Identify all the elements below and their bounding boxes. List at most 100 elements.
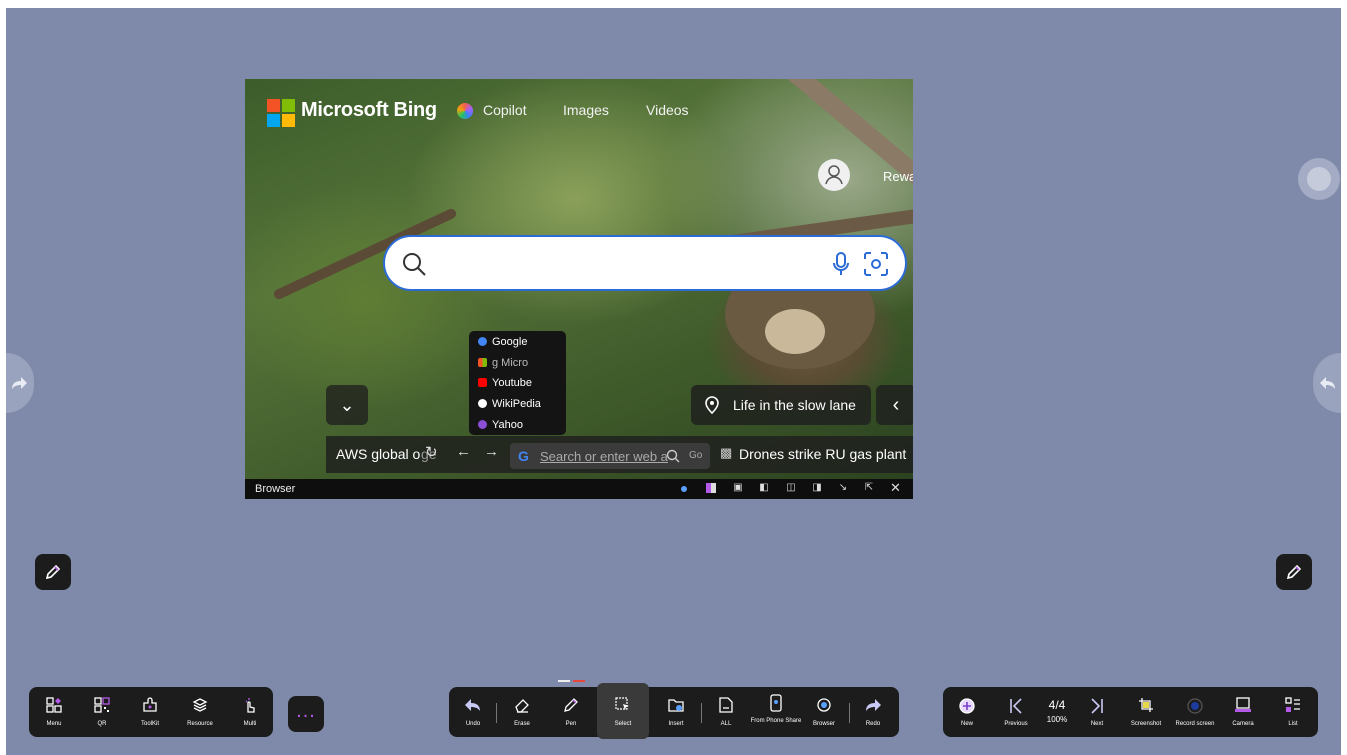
split-right-icon[interactable]: ◨ bbox=[812, 483, 822, 493]
menu-icon bbox=[46, 697, 62, 713]
extension-icon[interactable]: ▩ bbox=[720, 445, 732, 461]
record-screen-button[interactable]: Record screen bbox=[1175, 687, 1215, 737]
next-icon bbox=[1091, 698, 1103, 714]
left-pen-button[interactable] bbox=[35, 554, 71, 590]
previous-icon bbox=[1010, 698, 1022, 714]
bing-search-box[interactable] bbox=[383, 235, 907, 291]
select-icon bbox=[615, 697, 629, 710]
center-toolbar: Undo Erase Pen Select Insert ALL From Ph… bbox=[449, 683, 899, 739]
search-icon bbox=[403, 253, 426, 276]
screenshot-button[interactable]: Screenshot bbox=[1131, 687, 1161, 737]
nav-videos[interactable]: Videos bbox=[646, 102, 689, 118]
split-center-icon[interactable]: ◫ bbox=[786, 483, 796, 493]
go-button[interactable]: Go bbox=[689, 450, 702, 461]
eraser-icon bbox=[515, 699, 529, 713]
address-bar[interactable]: G Search or enter web a Go bbox=[510, 443, 710, 469]
microsoft-logo-icon[interactable] bbox=[267, 99, 295, 127]
yahoo-icon bbox=[478, 420, 487, 429]
maximize-icon[interactable]: ⇱ bbox=[864, 483, 874, 493]
rewards-link[interactable]: Rewa bbox=[883, 169, 913, 184]
qr-icon bbox=[94, 697, 110, 713]
news-item-left[interactable]: AWS global o bbox=[336, 446, 420, 462]
forward-arrow-icon[interactable]: → bbox=[484, 443, 499, 460]
toolbar-divider bbox=[496, 703, 497, 723]
pen-icon bbox=[1286, 564, 1302, 580]
add-page-icon bbox=[959, 698, 975, 714]
chevron-down-button[interactable]: ⌄ bbox=[326, 385, 368, 425]
undo-icon bbox=[1320, 377, 1335, 389]
split-left-icon[interactable]: ◧ bbox=[759, 483, 769, 493]
camera-button[interactable]: Camera bbox=[1228, 687, 1258, 737]
floating-assistive-button[interactable] bbox=[1298, 158, 1340, 200]
new-page-button[interactable]: New bbox=[952, 687, 982, 737]
more-button[interactable]: ... bbox=[288, 696, 324, 732]
document-icon bbox=[719, 697, 733, 713]
visual-search-icon[interactable] bbox=[863, 251, 889, 277]
dot-icon[interactable] bbox=[681, 486, 687, 492]
right-pen-button[interactable] bbox=[1276, 554, 1312, 590]
engine-microsoft[interactable]: g Micro bbox=[478, 357, 528, 369]
toolbar-divider bbox=[849, 703, 850, 723]
menu-button[interactable]: Menu bbox=[39, 687, 69, 737]
close-icon[interactable]: ✕ bbox=[890, 481, 901, 494]
resource-icon bbox=[192, 698, 208, 712]
multi-button[interactable]: Multi bbox=[235, 687, 265, 737]
engine-google[interactable]: Google bbox=[478, 336, 527, 348]
browser-button[interactable]: Browser bbox=[809, 687, 839, 737]
undo-button[interactable]: Undo bbox=[458, 687, 488, 737]
screenshot-icon[interactable]: ▣ bbox=[733, 483, 743, 493]
browser-window[interactable]: Microsoft Bing Copilot Images Videos Rew… bbox=[245, 79, 913, 499]
chevron-left-icon: ‹ bbox=[892, 394, 900, 416]
previous-page-button[interactable]: Previous bbox=[1001, 687, 1031, 737]
bing-brand-title[interactable]: Microsoft Bing bbox=[301, 99, 437, 122]
microphone-icon[interactable] bbox=[831, 251, 851, 277]
toolkit-button[interactable]: ToolKit bbox=[135, 687, 165, 737]
list-button[interactable]: List bbox=[1278, 687, 1308, 737]
page-counter: 4/4 bbox=[1048, 698, 1066, 712]
redo-button[interactable]: Redo bbox=[858, 687, 888, 737]
caption-text: Life in the slow lane bbox=[733, 397, 856, 413]
image-caption[interactable]: Life in the slow lane bbox=[691, 385, 871, 425]
qr-icon[interactable] bbox=[706, 483, 716, 493]
resource-button[interactable]: Resource bbox=[185, 687, 215, 737]
select-button[interactable]: Select bbox=[597, 683, 649, 739]
browser-status-bar: Browser ▣ ◧ ◫ ◨ ↘ ⇱ ✕ bbox=[245, 479, 913, 499]
sloth-face bbox=[765, 309, 825, 354]
erase-button[interactable]: Erase bbox=[507, 687, 537, 737]
youtube-icon bbox=[478, 378, 487, 387]
profile-avatar-icon[interactable] bbox=[818, 159, 850, 191]
search-icon[interactable] bbox=[666, 449, 680, 463]
google-icon bbox=[478, 337, 487, 346]
record-icon bbox=[1187, 698, 1203, 714]
engine-yahoo[interactable]: Yahoo bbox=[478, 419, 523, 431]
address-input[interactable]: Search or enter web a bbox=[540, 449, 668, 464]
engine-wikipedia[interactable]: WikiPedia bbox=[478, 398, 541, 410]
previous-image-button[interactable]: ‹ bbox=[876, 385, 913, 425]
next-page-button[interactable]: Next bbox=[1082, 687, 1112, 737]
wikipedia-icon bbox=[478, 399, 487, 408]
back-arrow-icon[interactable]: ← bbox=[456, 443, 471, 460]
insert-button[interactable]: Insert bbox=[661, 687, 691, 737]
minimize-icon[interactable]: ↘ bbox=[838, 483, 848, 493]
phone-share-icon bbox=[770, 694, 782, 712]
redo-icon bbox=[866, 699, 881, 711]
reload-icon[interactable]: ↻ bbox=[425, 443, 438, 461]
qr-button[interactable]: QR bbox=[87, 687, 117, 737]
pen-button[interactable]: Pen bbox=[556, 687, 586, 737]
engine-youtube[interactable]: Youtube bbox=[478, 377, 532, 389]
redo-icon bbox=[12, 377, 27, 389]
news-item-right[interactable]: Drones strike RU gas plant bbox=[739, 446, 906, 462]
google-icon: G bbox=[518, 448, 529, 464]
all-button[interactable]: ALL bbox=[711, 687, 741, 737]
window-title: Browser bbox=[255, 483, 296, 495]
nav-copilot[interactable]: Copilot bbox=[483, 102, 527, 118]
search-engine-menu[interactable]: Google g Micro Youtube WikiPedia Yahoo bbox=[469, 331, 566, 435]
pen-icon bbox=[564, 698, 578, 712]
toolbar-divider bbox=[701, 703, 702, 723]
location-pin-icon bbox=[705, 396, 719, 414]
copilot-icon[interactable] bbox=[457, 103, 473, 119]
microsoft-icon bbox=[478, 358, 487, 367]
nav-images[interactable]: Images bbox=[563, 102, 609, 118]
from-phone-share-button[interactable]: From Phone Share bbox=[751, 687, 801, 737]
insert-icon bbox=[668, 699, 684, 712]
